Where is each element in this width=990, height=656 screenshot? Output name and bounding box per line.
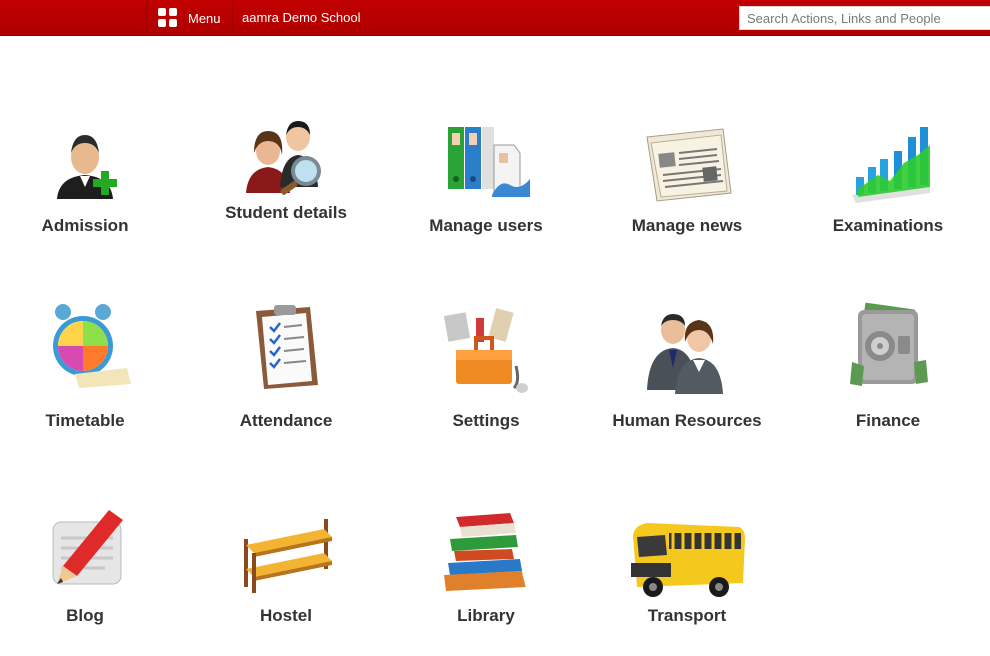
module-label: Hostel xyxy=(260,606,312,625)
newspaper-icon xyxy=(637,123,737,211)
menu-label: Menu xyxy=(188,10,221,26)
module-label: Finance xyxy=(855,411,921,430)
module-label: Examinations xyxy=(832,216,944,235)
module-label: Human Resources xyxy=(612,411,762,430)
search-input[interactable] xyxy=(739,6,990,30)
module-transport[interactable]: Transport xyxy=(597,513,777,633)
module-label: Transport xyxy=(647,606,727,625)
school-bus-icon xyxy=(627,515,747,603)
toolbox-icon xyxy=(436,308,536,396)
module-settings[interactable]: Settings xyxy=(396,308,576,438)
clipboard-icon xyxy=(236,303,336,391)
module-hostel[interactable]: Hostel xyxy=(196,513,376,633)
admission-icon xyxy=(35,123,135,211)
manage-users-icon xyxy=(436,123,536,211)
chart-icon xyxy=(838,123,938,211)
people-icon xyxy=(637,308,737,396)
safe-icon xyxy=(838,302,938,390)
grid-menu-icon xyxy=(158,8,178,28)
module-examinations[interactable]: Examinations xyxy=(798,123,978,243)
module-finance[interactable]: Finance xyxy=(798,302,978,438)
module-manage-users[interactable]: Manage users xyxy=(396,123,576,243)
module-student-details[interactable]: Student details xyxy=(196,110,376,230)
module-admission[interactable]: Admission xyxy=(0,123,175,243)
module-label: Settings xyxy=(452,411,520,430)
module-label: Admission xyxy=(41,216,129,235)
module-manage-news[interactable]: Manage news xyxy=(597,123,777,243)
module-label: Manage users xyxy=(429,216,543,235)
books-icon xyxy=(436,511,536,599)
module-label: Attendance xyxy=(239,411,333,430)
bunk-bed-icon xyxy=(236,509,336,597)
module-label: Student details xyxy=(225,203,347,222)
module-blog[interactable]: Blog xyxy=(0,510,175,633)
module-label: Blog xyxy=(66,606,104,625)
menu-button[interactable]: Menu xyxy=(146,0,233,36)
module-label: Timetable xyxy=(45,411,125,430)
module-timetable[interactable]: Timetable xyxy=(0,304,175,438)
pencil-icon xyxy=(35,506,135,594)
top-navigation-bar: Menu aamra Demo School xyxy=(0,0,990,36)
module-label: Library xyxy=(457,606,515,625)
module-human-resources[interactable]: Human Resources xyxy=(597,314,777,438)
module-attendance[interactable]: Attendance xyxy=(196,305,376,438)
alarm-clock-icon xyxy=(35,300,135,388)
module-label: Manage news xyxy=(631,216,743,235)
module-library[interactable]: Library xyxy=(396,513,576,633)
school-name-link[interactable]: aamra Demo School xyxy=(242,0,361,36)
student-details-icon xyxy=(236,113,336,201)
